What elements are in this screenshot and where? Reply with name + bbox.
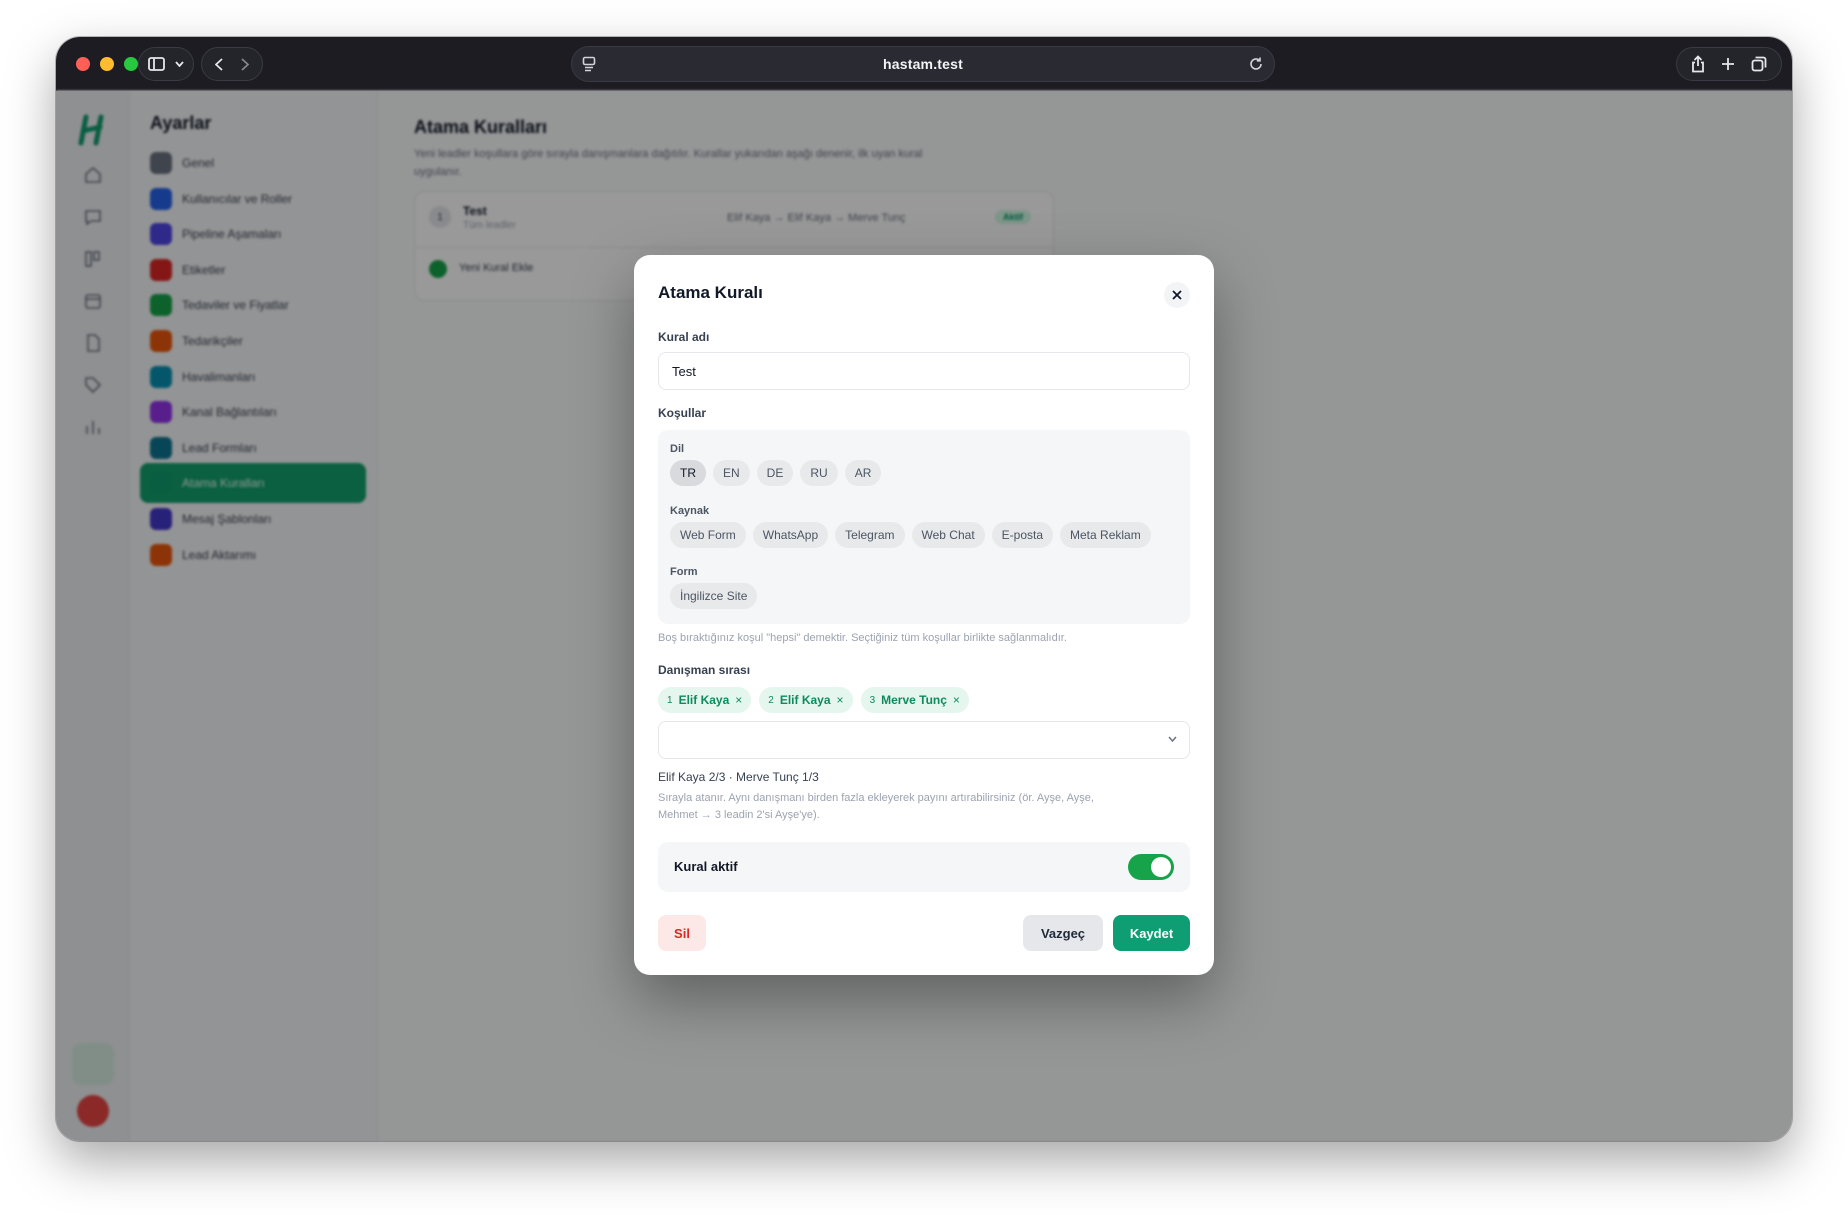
conditions-hint: Boş bıraktığınız koşul "hepsi" demektir.… [658, 632, 1067, 644]
form-chip[interactable]: İngilizce Site [670, 583, 758, 609]
close-modal-button[interactable] [1164, 282, 1190, 308]
close-icon [1172, 290, 1182, 300]
rule-active-row: Kural aktif [658, 842, 1190, 892]
toolbar-right [1676, 47, 1782, 81]
source-chip[interactable]: WhatsApp [752, 522, 829, 548]
reload-icon[interactable] [1248, 56, 1264, 75]
source-chip[interactable]: Telegram [835, 522, 905, 548]
source-chip[interactable]: Web Chat [911, 522, 985, 548]
agent-chips: 1 Elif Kaya × 2 Elif Kaya × 3 Merve Tunç × [658, 687, 969, 713]
language-chip[interactable]: TR [670, 460, 706, 486]
language-chips: TR EN DE RU AR [670, 460, 882, 486]
agent-order-number: 1 [667, 694, 673, 706]
language-chip[interactable]: EN [713, 460, 750, 486]
conditions-panel: Dil TR EN DE RU AR Kaynak Web Form WhatsApp Te… [658, 430, 1190, 624]
rule-active-label: Kural aktif [674, 859, 738, 874]
remove-agent-icon[interactable]: × [735, 693, 742, 707]
agent-name: Elif Kaya [779, 693, 831, 707]
agents-hint: Sırayla atanır. Aynı danışmanı birden fa… [658, 792, 1094, 821]
source-label: Kaynak [670, 505, 710, 517]
agent-chip: 2 Elif Kaya × [759, 687, 853, 713]
agent-name: Elif Kaya [678, 693, 730, 707]
source-chip[interactable]: Web Form [670, 522, 746, 548]
save-button[interactable]: Kaydet [1113, 915, 1190, 951]
page-settings-icon[interactable] [582, 56, 596, 75]
delete-button[interactable]: Sil [658, 915, 706, 951]
url-text: hastam.test [882, 56, 963, 72]
history-nav [201, 47, 263, 81]
language-chip[interactable]: AR [844, 460, 882, 486]
language-chip[interactable]: DE [756, 460, 794, 486]
agent-chip: 1 Elif Kaya × [658, 687, 752, 713]
remove-agent-icon[interactable]: × [837, 693, 844, 707]
chevron-down-icon [175, 61, 184, 67]
sidebar-icon [148, 57, 165, 71]
new-tab-icon[interactable] [1721, 57, 1735, 71]
window-controls [76, 57, 138, 71]
forward-icon[interactable] [241, 57, 249, 71]
agent-order-number: 2 [768, 694, 774, 706]
agent-name: Merve Tunç [881, 693, 947, 707]
remove-agent-icon[interactable]: × [953, 693, 960, 707]
share-icon[interactable] [1691, 55, 1705, 73]
conditions-label: Koşullar [658, 406, 707, 420]
source-chip[interactable]: Meta Reklam [1060, 522, 1151, 548]
rule-name-input[interactable]: Test [658, 352, 1190, 390]
browser-titlebar: hastam.test [56, 37, 1792, 91]
cancel-button[interactable]: Vazgeç [1023, 915, 1103, 951]
sidebar-toggle-button[interactable] [138, 47, 194, 81]
source-chip[interactable]: E-posta [991, 522, 1054, 548]
distribution-summary: Elif Kaya 2/3 · Merve Tunç 1/3 [658, 770, 819, 784]
close-window-button[interactable] [76, 57, 90, 71]
form-label: Form [670, 566, 698, 578]
minimize-window-button[interactable] [100, 57, 114, 71]
form-chips: İngilizce Site [670, 583, 758, 609]
rule-active-toggle[interactable] [1128, 854, 1174, 880]
rule-name-label: Kural adı [658, 330, 710, 344]
modal-title: Atama Kuralı [658, 283, 763, 302]
agent-order-label: Danışman sırası [658, 663, 751, 677]
assignment-rule-modal: Atama Kuralı Kural adı Test Koşullar Dil… [634, 255, 1214, 975]
agent-chip: 3 Merve Tunç × [860, 687, 969, 713]
tab-overview-icon[interactable] [1751, 56, 1767, 72]
add-agent-select[interactable] [658, 721, 1190, 759]
address-bar[interactable]: hastam.test [571, 46, 1275, 82]
source-chips: Web Form WhatsApp Telegram Web Chat E-posta M… [670, 522, 1151, 548]
language-label: Dil [670, 443, 685, 455]
chevron-down-icon [1168, 736, 1177, 742]
zoom-window-button[interactable] [124, 57, 138, 71]
back-icon[interactable] [215, 57, 223, 71]
language-chip[interactable]: RU [800, 460, 838, 486]
toggle-knob [1151, 857, 1171, 877]
agent-order-number: 3 [869, 694, 876, 706]
